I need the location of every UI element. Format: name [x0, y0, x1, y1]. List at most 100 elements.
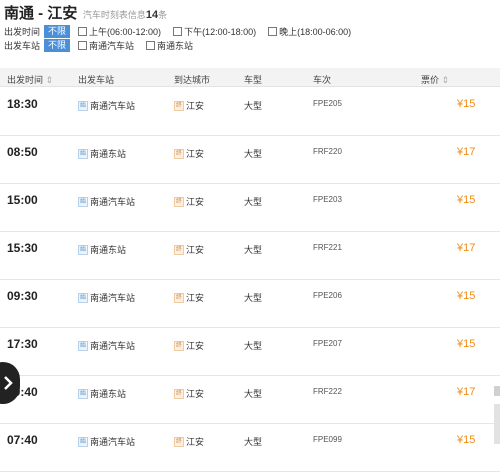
sort-icon: ⇕ [45, 75, 54, 85]
start-tag-icon: 始 [78, 244, 88, 255]
station-option-nantong-bus-station[interactable]: 南通汽车站 [78, 39, 134, 52]
departure-time: 17:30 [7, 337, 38, 351]
station-filter-label: 出发车站 [4, 41, 41, 51]
station-option-nantong-east[interactable]: 南通东站 [146, 39, 193, 52]
table-row[interactable]: 18:30 始南通汽车站 终江安 大型 FPE205 ¥15 [0, 87, 500, 136]
bus-code: FRF221 [313, 243, 342, 252]
bus-type: 大型 [244, 197, 263, 207]
start-tag-icon: 始 [78, 148, 88, 159]
ticket-price: ¥15 [457, 194, 476, 206]
bus-code: FPE205 [313, 99, 342, 108]
bus-type: 大型 [244, 245, 263, 255]
time-option-afternoon[interactable]: 下午(12:00-18:00) [173, 25, 256, 38]
ticket-price: ¥17 [457, 242, 476, 254]
bus-type: 大型 [244, 293, 263, 303]
arrival-city: 终江安 [174, 436, 205, 447]
departure-station[interactable]: 始南通汽车站 [78, 435, 135, 448]
time-filter-row: 出发时间 不限 上午(06:00-12:00) 下午(12:00-18:00) … [4, 25, 363, 38]
sort-icon: ⇕ [441, 75, 450, 85]
header-station: 出发车站 [78, 75, 115, 85]
end-tag-icon: 终 [174, 196, 184, 207]
start-tag-icon: 始 [78, 388, 88, 399]
ticket-price: ¥17 [457, 386, 476, 398]
departure-station[interactable]: 始南通汽车站 [78, 195, 135, 208]
departure-station[interactable]: 始南通东站 [78, 147, 126, 160]
bus-code: FPE203 [313, 195, 342, 204]
table-header: 出发时间 ⇕ 出发车站 到达城市 车型 车次 票价 ⇕ [0, 68, 500, 87]
station-filter-row: 出发车站 不限 南通汽车站 南通东站 [4, 39, 205, 52]
header-time[interactable]: 出发时间 ⇕ [7, 73, 53, 86]
arrival-city: 终江安 [174, 340, 205, 351]
table-row[interactable]: 08:50 始南通东站 终江安 大型 FRF220 ¥17 [0, 135, 500, 184]
start-tag-icon: 始 [78, 436, 88, 447]
ticket-price: ¥15 [457, 290, 476, 302]
bus-code: FRF220 [313, 147, 342, 156]
departure-time: 08:50 [7, 145, 38, 159]
departure-time: 07:40 [7, 433, 38, 447]
station-filter-all[interactable]: 不限 [44, 39, 71, 52]
scrollbar-track[interactable] [494, 404, 500, 444]
bus-type: 大型 [244, 389, 263, 399]
table-row[interactable]: 15:30 始南通东站 终江安 大型 FRF221 ¥17 [0, 231, 500, 280]
header-price[interactable]: 票价 ⇕ [421, 73, 449, 86]
checkbox[interactable] [268, 27, 278, 36]
start-tag-icon: 始 [78, 292, 88, 303]
bus-code: FRF222 [313, 387, 342, 396]
checkbox[interactable] [146, 41, 156, 50]
route-title: 南通 - 江安 [4, 5, 78, 22]
start-tag-icon: 始 [78, 340, 88, 351]
checkbox[interactable] [78, 27, 88, 36]
time-filter-all[interactable]: 不限 [44, 25, 71, 38]
time-option-morning[interactable]: 上午(06:00-12:00) [78, 25, 161, 38]
arrival-city: 终江安 [174, 292, 205, 303]
end-tag-icon: 终 [174, 148, 184, 159]
ticket-price: ¥15 [457, 434, 476, 446]
page-title: 南通 - 江安 汽车时刻表信息14条 [4, 2, 168, 22]
ticket-price: ¥15 [457, 338, 476, 350]
header-code: 车次 [313, 75, 332, 85]
ticket-price: ¥17 [457, 146, 476, 158]
checkbox[interactable] [173, 27, 183, 36]
arrival-city: 终江安 [174, 196, 205, 207]
time-option-evening[interactable]: 晚上(18:00-06:00) [268, 25, 351, 38]
bus-code: FPE206 [313, 291, 342, 300]
checkbox[interactable] [78, 41, 88, 50]
arrival-city: 终江安 [174, 100, 205, 111]
bus-code: FPE207 [313, 339, 342, 348]
arrival-city: 终江安 [174, 148, 205, 159]
end-tag-icon: 终 [174, 388, 184, 399]
scrollbar-thumb[interactable] [494, 386, 500, 396]
departure-station[interactable]: 始南通东站 [78, 387, 126, 400]
table-row[interactable]: 15:00 始南通汽车站 终江安 大型 FPE203 ¥15 [0, 183, 500, 232]
bus-type: 大型 [244, 437, 263, 447]
departure-station[interactable]: 始南通汽车站 [78, 339, 135, 352]
table-row[interactable]: 17:30 始南通汽车站 终江安 大型 FPE207 ¥15 [0, 327, 500, 376]
departure-station[interactable]: 始南通东站 [78, 243, 126, 256]
departure-station[interactable]: 始南通汽车站 [78, 99, 135, 112]
bus-type: 大型 [244, 101, 263, 111]
result-count: 14 [145, 9, 159, 21]
time-filter-label: 出发时间 [4, 27, 41, 37]
bus-type: 大型 [244, 341, 263, 351]
arrival-city: 终江安 [174, 244, 205, 255]
table-row[interactable]: 09:30 始南通汽车站 终江安 大型 FPE206 ¥15 [0, 279, 500, 328]
start-tag-icon: 始 [78, 100, 88, 111]
route-subtitle: 汽车时刻表信息 [82, 10, 146, 20]
end-tag-icon: 终 [174, 100, 184, 111]
departure-time: 15:30 [7, 241, 38, 255]
header-city: 到达城市 [174, 75, 211, 85]
header-bus-type: 车型 [244, 75, 263, 85]
departure-station[interactable]: 始南通汽车站 [78, 291, 135, 304]
bus-code: FPE099 [313, 435, 342, 444]
ticket-price: ¥15 [457, 98, 476, 110]
end-tag-icon: 终 [174, 244, 184, 255]
arrival-city: 终江安 [174, 388, 205, 399]
departure-time: 18:30 [7, 97, 38, 111]
start-tag-icon: 始 [78, 196, 88, 207]
chevron-right-icon [4, 376, 13, 390]
departure-time: 15:00 [7, 193, 38, 207]
result-count-unit: 条 [158, 10, 168, 20]
table-row[interactable]: 07:40 始南通汽车站 终江安 大型 FPE099 ¥15 [0, 423, 500, 472]
table-row[interactable]: 09:40 始南通东站 终江安 大型 FRF222 ¥17 [0, 375, 500, 424]
end-tag-icon: 终 [174, 340, 184, 351]
